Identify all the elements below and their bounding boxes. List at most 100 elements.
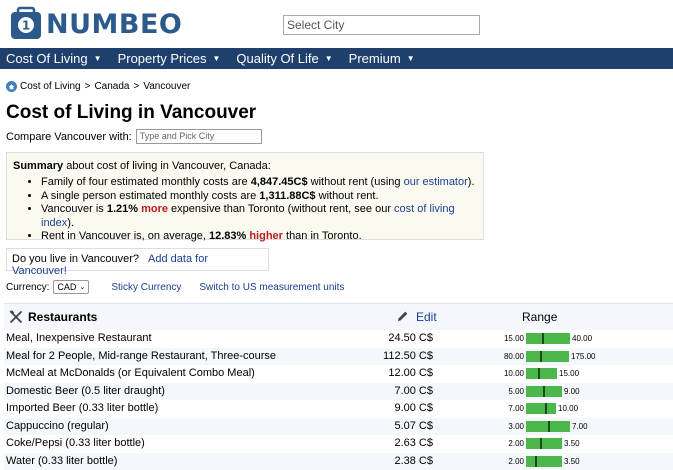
main-navbar: Cost Of Living ▼ Property Prices ▼ Quali…: [0, 48, 673, 69]
page-title: Cost of Living in Vancouver: [6, 102, 256, 124]
range-cell: 15.0040.00: [500, 330, 592, 348]
summary-heading: Summary about cost of living in Vancouve…: [13, 160, 477, 172]
currency-row: Currency: CAD ⌄ Sticky Currency Switch t…: [6, 280, 344, 294]
summary-text: Rent in Vancouver is, on average,: [41, 230, 209, 242]
sticky-currency-link[interactable]: Sticky Currency: [111, 282, 181, 293]
breadcrumb-separator: >: [85, 81, 91, 92]
item-name: Meal, Inexpensive Restaurant: [6, 330, 152, 348]
pencil-icon[interactable]: [396, 310, 409, 323]
breadcrumb: Cost of Living > Canada > Vancouver: [6, 81, 190, 92]
currency-selected: CAD: [57, 282, 76, 292]
live-in-city-box: Do you live in Vancouver? Add data for V…: [6, 248, 269, 271]
compare-row: Compare Vancouver with: Type and Pick Ci…: [6, 129, 262, 144]
range-average-marker: [535, 456, 537, 467]
range-max: 15.00: [559, 365, 579, 383]
switch-units-link[interactable]: Switch to US measurement units: [199, 282, 344, 293]
nav-label: Premium: [349, 51, 401, 66]
range-cell: 10.00 15.00: [500, 365, 579, 383]
summary-item: Rent in Vancouver is, on average, 12.83%…: [41, 230, 477, 244]
table-row: Meal for 2 People, Mid-range Restaurant,…: [4, 348, 673, 366]
item-price: 7.00 C$: [394, 383, 433, 401]
more-word: more: [141, 203, 168, 215]
range-cell: 2.003.50: [500, 435, 580, 453]
item-price: 12.00 C$: [388, 365, 433, 383]
summary-text: ).: [67, 217, 74, 229]
nav-cost-of-living[interactable]: Cost Of Living ▼: [6, 51, 102, 66]
nav-property-prices[interactable]: Property Prices ▼: [118, 51, 221, 66]
range-max: 3.50: [564, 435, 580, 453]
nav-premium[interactable]: Premium ▼: [349, 51, 415, 66]
nav-label: Quality Of Life: [236, 51, 318, 66]
higher-word: higher: [249, 230, 283, 242]
range-min: 5.00: [500, 383, 524, 401]
range-min: 15.00: [500, 330, 524, 348]
range-min: 10.00: [500, 365, 524, 383]
chevron-down-icon: ⌄: [79, 283, 85, 291]
table-row: McMeal at McDonalds (or Equivalent Combo…: [4, 365, 673, 383]
nav-quality-of-life[interactable]: Quality Of Life ▼: [236, 51, 332, 66]
summary-text: expensive than Toronto (without rent, se…: [168, 203, 394, 215]
summary-heading-bold: Summary: [13, 160, 63, 172]
table-row: Imported Beer (0.33 liter bottle) 9.00 C$…: [4, 400, 673, 418]
range-average-marker: [548, 421, 550, 432]
caret-down-icon: ▼: [325, 54, 333, 63]
cost-diff-percent: 1.21%: [107, 203, 138, 215]
summary-text: without rent.: [316, 190, 379, 202]
currency-select[interactable]: CAD ⌄: [53, 280, 89, 294]
range-min: 2.00: [500, 453, 524, 470]
summary-text: A single person estimated monthly costs …: [41, 190, 259, 202]
numbeo-logo[interactable]: 1 NUMBEO: [8, 6, 182, 42]
breadcrumb-vancouver: Vancouver: [143, 81, 190, 92]
item-price: 9.00 C$: [394, 400, 433, 418]
range-min: 3.00: [500, 418, 524, 436]
item-price: 2.38 C$: [394, 453, 433, 470]
range-average-marker: [540, 351, 542, 362]
range-cell: 3.00 7.00: [500, 418, 588, 436]
table-row: Coke/Pepsi (0.33 liter bottle)2.63 C$2.0…: [4, 435, 673, 453]
summary-text: ).: [468, 176, 475, 188]
range-bar: [526, 438, 562, 449]
range-bar: [526, 386, 562, 397]
select-city-input[interactable]: Select City: [283, 15, 480, 35]
breadcrumb-canada[interactable]: Canada: [94, 81, 129, 92]
table-row: Meal, Inexpensive Restaurant24.50 C$15.0…: [4, 330, 673, 348]
item-name: Cappuccino (regular): [6, 418, 109, 436]
item-name: Domestic Beer (0.5 liter draught): [6, 383, 165, 401]
item-name: Meal for 2 People, Mid-range Restaurant,…: [6, 348, 276, 366]
summary-item: A single person estimated monthly costs …: [41, 190, 477, 204]
item-name: Imported Beer (0.33 liter bottle): [6, 400, 158, 418]
range-max: 7.00: [572, 418, 588, 436]
item-name: Water (0.33 liter bottle): [6, 453, 117, 470]
range-max: 10.00: [558, 400, 578, 418]
compare-city-input[interactable]: Type and Pick City: [136, 129, 262, 144]
item-price: 5.07 C$: [394, 418, 433, 436]
range-bar: [526, 333, 570, 344]
numbeo-logo-icon: 1: [8, 6, 44, 42]
breadcrumb-cost-of-living[interactable]: Cost of Living: [20, 81, 81, 92]
edit-link[interactable]: Edit: [416, 310, 437, 324]
range-bar: [526, 351, 569, 362]
logo-text: NUMBEO: [46, 9, 182, 40]
summary-text: without rent (using: [308, 176, 404, 188]
table-row: Domestic Beer (0.5 liter draught) 7.00 C$…: [4, 383, 673, 401]
home-icon[interactable]: [6, 81, 17, 92]
summary-list: Family of four estimated monthly costs a…: [13, 176, 477, 244]
table-body: Meal, Inexpensive Restaurant24.50 C$15.0…: [4, 330, 673, 470]
prices-table: Restaurants Edit Range Meal, Inexpensive…: [4, 303, 673, 470]
summary-box: Summary about cost of living in Vancouve…: [6, 152, 484, 240]
section-title: Restaurants: [28, 310, 97, 324]
breadcrumb-separator: >: [133, 81, 139, 92]
range-average-marker: [540, 438, 542, 449]
range-average-marker: [545, 403, 547, 414]
table-row: Water (0.33 liter bottle) 2.38 C$ 2.00 3.50: [4, 453, 673, 470]
item-price: 112.50 C$: [383, 348, 433, 366]
currency-label: Currency:: [6, 282, 49, 293]
range-header: Range: [522, 310, 557, 324]
estimator-link[interactable]: our estimator: [404, 176, 468, 188]
range-max: 175.00: [571, 348, 595, 366]
summary-text: Family of four estimated monthly costs a…: [41, 176, 251, 188]
caret-down-icon: ▼: [212, 54, 220, 63]
summary-text: than in Toronto.: [283, 230, 362, 242]
range-average-marker: [543, 386, 545, 397]
range-max: 3.50: [564, 453, 580, 470]
